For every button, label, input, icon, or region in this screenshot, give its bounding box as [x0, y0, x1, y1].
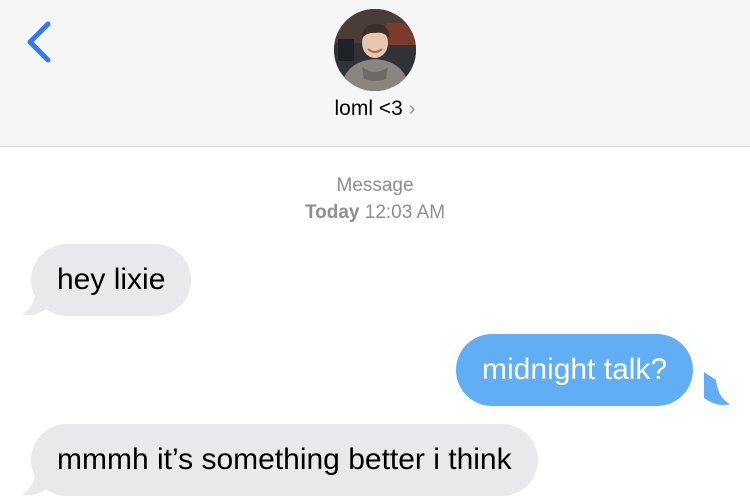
chevron-right-icon: › [408, 98, 416, 120]
message-text: midnight talk? [482, 353, 668, 386]
contact-name-button[interactable]: loml <3 › [0, 97, 750, 121]
message-bubble-incoming[interactable]: mmmh it’s something better i think [31, 424, 538, 496]
message-bubble-outgoing[interactable]: midnight talk? [456, 334, 694, 406]
avatar-photo [334, 9, 416, 91]
thread-timestamp: Message Today 12:03 AM [0, 172, 750, 226]
time-label: 12:03 AM [364, 202, 446, 223]
contact-avatar[interactable] [334, 9, 416, 91]
conversation-header: loml <3 › [0, 0, 750, 147]
message-text: hey lixie [57, 263, 166, 296]
message-text: mmmh it’s something better i think [57, 443, 512, 476]
bubble-tail [704, 372, 730, 406]
chevron-left-icon [27, 21, 51, 63]
day-label: Today [304, 202, 360, 223]
back-button[interactable] [22, 18, 62, 66]
service-label: Message [336, 175, 414, 196]
contact-name: loml <3 [334, 97, 403, 120]
message-bubble-incoming[interactable]: hey lixie [31, 244, 192, 316]
